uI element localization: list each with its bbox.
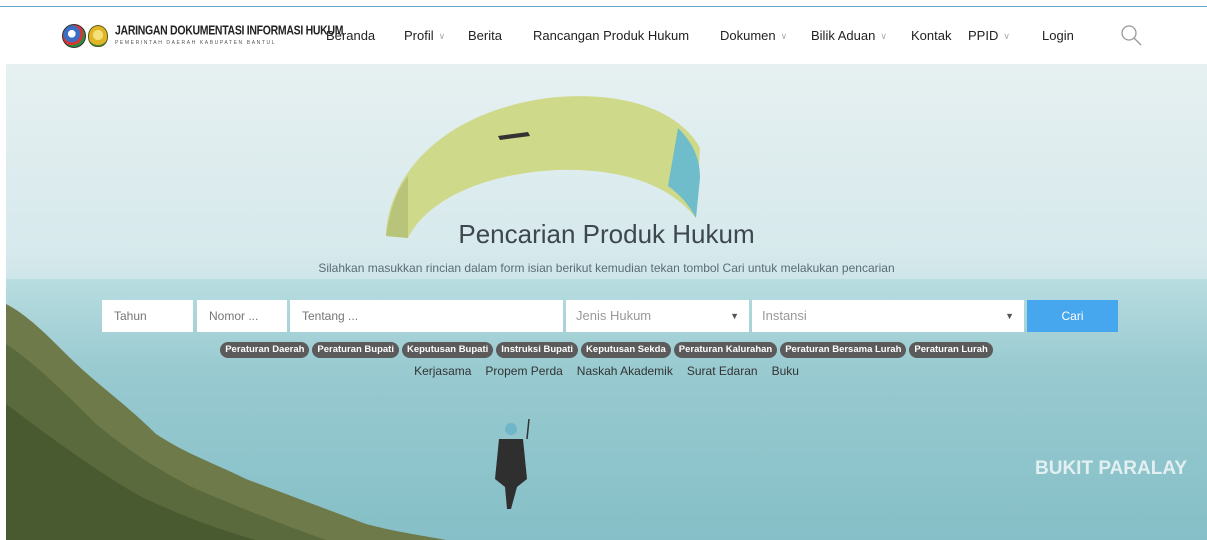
tag-peraturan-bupati[interactable]: Peraturan Bupati [312,342,399,358]
nav-item-rancangan-produk-hukum[interactable]: Rancangan Produk Hukum [533,27,689,45]
quick-links: Kerjasama Propem Perda Naskah Akademik S… [6,364,1207,378]
link-naskah-akademik[interactable]: Naskah Akademik [577,364,673,378]
tag-peraturan-lurah[interactable]: Peraturan Lurah [909,342,993,358]
nav-item-dokumen[interactable]: Dokumen ∨ [720,27,787,45]
hero-banner: Pencarian Produk Hukum Silahkan masukkan… [6,64,1207,540]
tag-peraturan-daerah[interactable]: Peraturan Daerah [220,342,310,358]
logo-subtitle: PEMERINTAH DAERAH KABUPATEN BANTUL [115,39,277,46]
nav-item-berita[interactable]: Berita [468,27,502,45]
tag-instruksi-bupati[interactable]: Instruksi Bupati [496,342,579,358]
page-title: Pencarian Produk Hukum [458,219,755,249]
tag-peraturan-kalurahan[interactable]: Peraturan Kalurahan [673,342,778,358]
jenis-hukum-value: Jenis Hukum [576,308,652,323]
site-logo[interactable]: JARINGAN DOKUMENTASI INFORMASI HUKUM PEM… [62,23,343,49]
banner-caption: BUKIT PARALAY [1035,458,1188,479]
nav-item-beranda[interactable]: Beranda [326,27,375,45]
link-buku[interactable]: Buku [772,364,799,378]
chevron-down-icon: ∨ [1003,31,1010,41]
regency-emblem-icon [88,25,108,47]
link-propem-perda[interactable]: Propem Perda [485,364,562,378]
category-tags: Peraturan Daerah Peraturan Bupati Keputu… [6,342,1207,358]
globe-emblem-icon [62,24,86,48]
instansi-select[interactable]: Instansi ▼ [752,300,1024,332]
paraglider-canopy [386,96,700,238]
search-button[interactable]: Cari [1027,300,1118,332]
link-kerjasama[interactable]: Kerjasama [414,364,471,378]
tag-peraturan-bersama-lurah[interactable]: Peraturan Bersama Lurah [780,342,907,358]
paraglider-pilot [495,419,530,509]
tentang-field[interactable] [290,300,563,332]
nomor-field[interactable] [197,300,287,332]
nav-item-ppid[interactable]: PPID ∨ [968,27,1010,45]
nav-item-profil[interactable]: Profil ∨ [404,27,445,45]
logo-title: JARINGAN DOKUMENTASI INFORMASI HUKUM [115,22,344,38]
tag-keputusan-sekda[interactable]: Keputusan Sekda [581,342,671,358]
caret-down-icon: ▼ [730,311,739,321]
page-subtitle: Silahkan masukkan rincian dalam form isi… [318,261,895,275]
instansi-value: Instansi [762,308,807,323]
site-header: JARINGAN DOKUMENTASI INFORMASI HUKUM PEM… [0,7,1207,64]
caret-down-icon: ▼ [1005,311,1014,321]
jenis-hukum-select[interactable]: Jenis Hukum ▼ [566,300,749,332]
tahun-field[interactable] [102,300,193,332]
nav-item-bilik-aduan[interactable]: Bilik Aduan ∨ [811,27,887,45]
search-icon[interactable] [1120,24,1142,46]
chevron-down-icon: ∨ [880,31,887,41]
chevron-down-icon: ∨ [438,31,446,41]
nav-item-login[interactable]: Login [1042,27,1074,45]
link-surat-edaran[interactable]: Surat Edaran [687,364,758,378]
tag-keputusan-bupati[interactable]: Keputusan Bupati [401,342,494,358]
nav-item-kontak[interactable]: Kontak [911,27,951,45]
chevron-down-icon: ∨ [780,31,788,41]
